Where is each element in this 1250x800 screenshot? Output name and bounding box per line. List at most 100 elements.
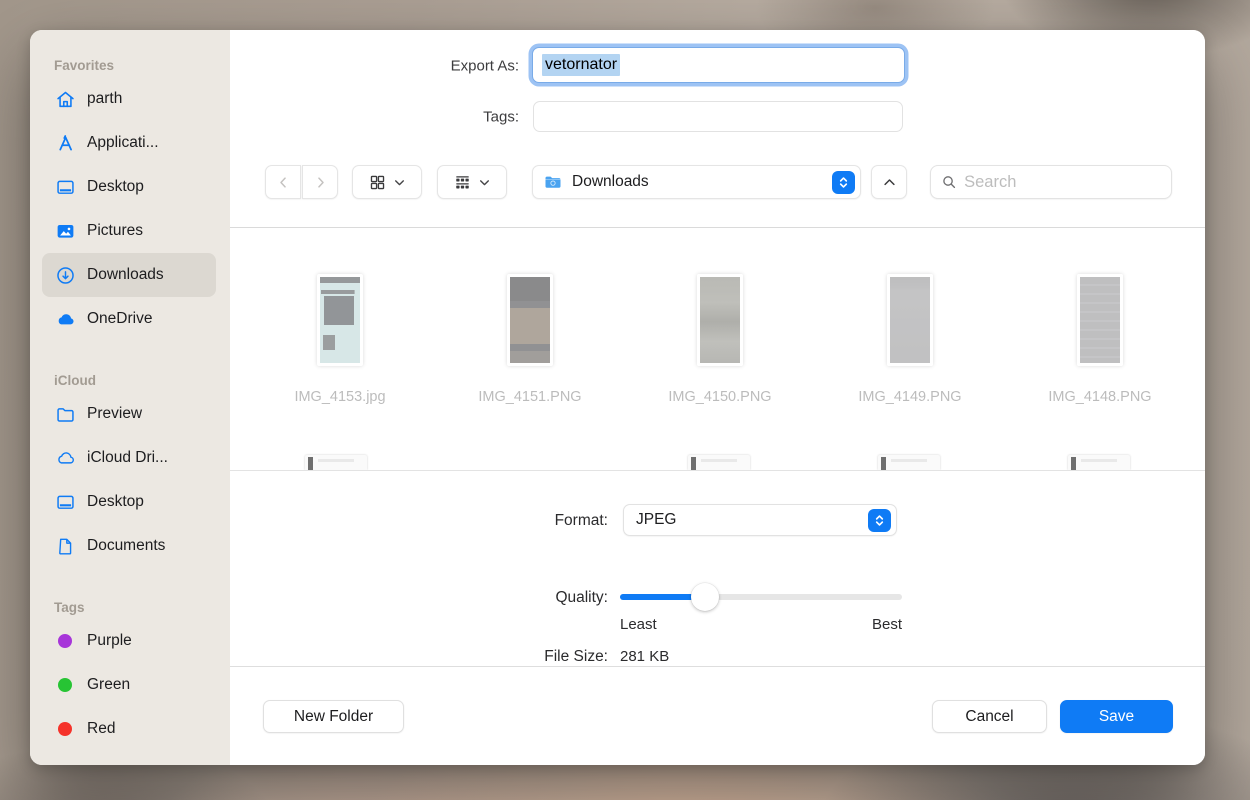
sidebar-item-documents[interactable]: Documents xyxy=(42,524,216,568)
export-as-label: Export As: xyxy=(450,57,519,74)
back-chevron-icon xyxy=(279,176,286,188)
finder-sidebar: Favorites parth Applicati... Desktop Pic… xyxy=(30,30,230,765)
desktop-icon xyxy=(55,492,76,513)
filename-input[interactable]: vetornator xyxy=(532,47,905,83)
sidebar-item-desktop[interactable]: Desktop xyxy=(42,165,216,209)
dialog-main-area: Export As: vetornator Tags: Downloads Se… xyxy=(230,30,1205,765)
desktop-icon xyxy=(55,177,76,198)
sidebar-item-label: Downloads xyxy=(87,266,164,283)
file-name: IMG_4148.PNG xyxy=(1048,389,1152,405)
quality-slider-fill xyxy=(620,583,719,611)
new-folder-button[interactable]: New Folder xyxy=(263,700,404,733)
sidebar-item-downloads[interactable]: Downloads xyxy=(42,253,216,297)
location-value: Downloads xyxy=(572,173,649,190)
quality-best-label: Best xyxy=(871,616,902,633)
chevron-up-icon xyxy=(883,178,895,185)
sidebar-item-applications[interactable]: Applicati... xyxy=(42,121,216,165)
file-item[interactable]: IMG_4151.PNG xyxy=(435,274,625,405)
save-button[interactable]: Save xyxy=(1060,700,1173,733)
chevron-down-icon xyxy=(394,179,404,185)
applications-icon xyxy=(55,133,76,154)
sidebar-item-parth[interactable]: parth xyxy=(42,77,216,121)
file-item[interactable]: IMG_4150.PNG xyxy=(625,274,815,405)
sidebar-item-tag-green[interactable]: Green xyxy=(42,663,216,707)
clipped-file-thumbnail xyxy=(305,455,367,470)
folder-icon xyxy=(545,176,561,188)
file-name: IMG_4149.PNG xyxy=(858,389,962,405)
forward-button[interactable] xyxy=(302,165,338,199)
file-browser: IMG_4153.jpg IMG_4151.PNG IMG_4150.PNG I… xyxy=(230,228,1205,470)
sidebar-item-desktop-icloud[interactable]: Desktop xyxy=(42,480,216,524)
downloads-icon xyxy=(55,265,76,286)
phone-screenshot-thumbnail xyxy=(697,274,743,366)
file-item[interactable]: IMG_4148.PNG xyxy=(1005,274,1195,405)
format-value: JPEG xyxy=(636,511,677,528)
sidebar-item-label: Green xyxy=(87,676,131,693)
quality-slider-thumb[interactable] xyxy=(690,583,719,611)
sidebar-item-label: Red xyxy=(87,720,116,737)
file-name: IMG_4150.PNG xyxy=(668,389,772,405)
sidebar-item-preview[interactable]: Preview xyxy=(42,392,216,436)
green-tag-icon xyxy=(58,678,72,692)
forward-chevron-icon xyxy=(317,176,324,188)
file-name: IMG_4153.jpg xyxy=(294,389,386,405)
format-label: Format: xyxy=(554,512,608,529)
location-select[interactable]: Downloads xyxy=(532,165,861,199)
search-field[interactable] xyxy=(930,165,1172,199)
quality-label: Quality: xyxy=(555,589,608,606)
format-options: Format: JPEG Quality: Least Best File Si… xyxy=(230,471,1205,666)
sidebar-item-pictures[interactable]: Pictures xyxy=(42,209,216,253)
phone-screenshot-thumbnail xyxy=(317,274,363,366)
search-icon xyxy=(943,176,956,189)
phone-screenshot-thumbnail xyxy=(507,274,553,366)
group-view-icon xyxy=(455,175,469,188)
file-name: IMG_4151.PNG xyxy=(478,389,582,405)
back-button[interactable] xyxy=(265,165,301,199)
tags-input[interactable] xyxy=(533,101,903,132)
sidebar-section-tags: Tags xyxy=(54,600,85,615)
export-save-dialog: Favorites parth Applicati... Desktop Pic… xyxy=(30,30,1205,765)
quality-slider[interactable] xyxy=(620,583,902,611)
sidebar-section-icloud: iCloud xyxy=(54,373,96,388)
icloud-cloud-icon xyxy=(55,448,76,469)
sidebar-item-label: Applicati... xyxy=(87,134,159,151)
sidebar-item-label: parth xyxy=(87,90,123,107)
folder-icon xyxy=(55,404,76,425)
file-size-label: File Size: xyxy=(544,648,608,665)
sidebar-item-tag-purple[interactable]: Purple xyxy=(42,619,216,663)
tags-label: Tags: xyxy=(483,108,519,125)
sidebar-item-tag-red[interactable]: Red xyxy=(42,707,216,751)
phone-screenshot-thumbnail xyxy=(1077,274,1123,366)
sidebar-item-label: Documents xyxy=(87,537,166,554)
search-input[interactable] xyxy=(964,172,1161,192)
format-select[interactable]: JPEG xyxy=(623,504,897,536)
red-tag-icon xyxy=(58,722,72,736)
icon-view-button[interactable] xyxy=(352,165,422,199)
phone-screenshot-thumbnail xyxy=(887,274,933,366)
document-icon xyxy=(55,536,76,557)
up-directory-button[interactable] xyxy=(871,165,907,199)
file-size-value: 281 KB xyxy=(620,648,670,665)
group-view-button[interactable] xyxy=(437,165,507,199)
onedrive-cloud-icon xyxy=(55,309,76,330)
cancel-button[interactable]: Cancel xyxy=(932,700,1047,733)
clipped-file-thumbnail xyxy=(688,455,750,470)
stepper-icon xyxy=(868,508,891,532)
stepper-icon xyxy=(832,170,855,194)
sidebar-item-label: Desktop xyxy=(87,493,144,510)
clipped-file-thumbnail xyxy=(878,455,940,470)
sidebar-item-onedrive[interactable]: OneDrive xyxy=(42,297,216,341)
sidebar-item-label: Preview xyxy=(87,405,143,422)
purple-tag-icon xyxy=(58,634,72,648)
sidebar-item-label: Desktop xyxy=(87,178,144,195)
home-icon xyxy=(55,89,76,110)
sidebar-item-label: iCloud Dri... xyxy=(87,449,168,466)
file-item[interactable]: IMG_4149.PNG xyxy=(815,274,1005,405)
clipped-file-thumbnail xyxy=(1068,455,1130,470)
dialog-footer: New Folder Cancel Save xyxy=(230,667,1205,765)
file-item[interactable]: IMG_4153.jpg xyxy=(245,274,435,405)
grid-view-icon xyxy=(370,175,384,189)
filename-selected-text: vetornator xyxy=(542,54,621,76)
sidebar-section-favorites: Favorites xyxy=(54,58,115,73)
sidebar-item-icloud-drive[interactable]: iCloud Dri... xyxy=(42,436,216,480)
